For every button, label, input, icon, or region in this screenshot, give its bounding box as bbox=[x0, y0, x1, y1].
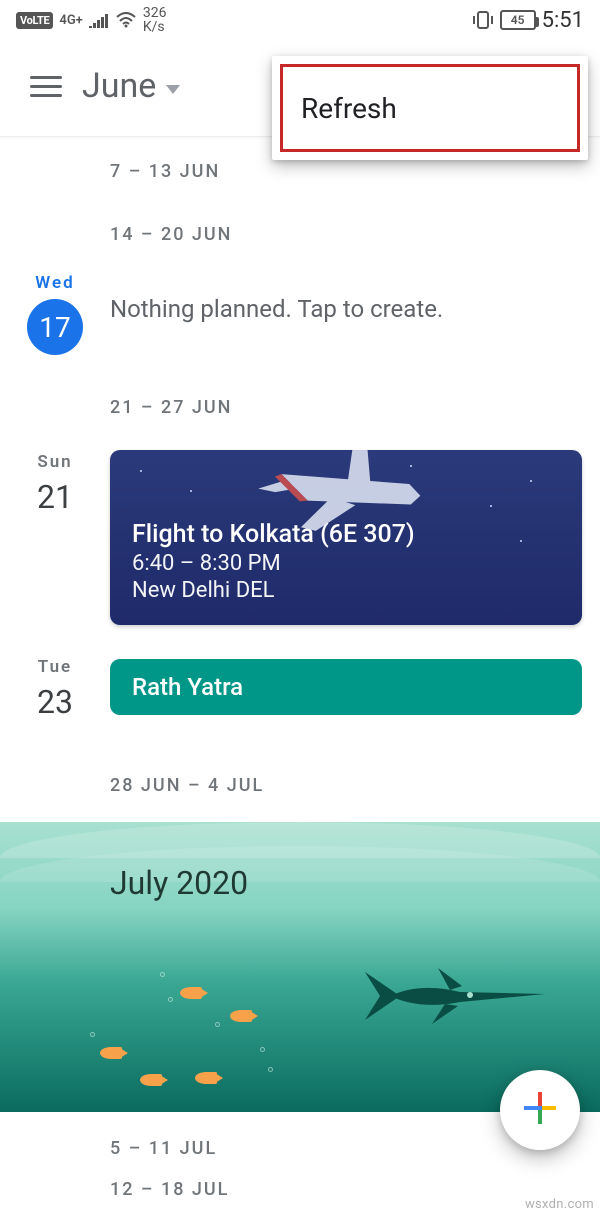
vibrate-icon bbox=[472, 10, 494, 30]
day-dow: Tue bbox=[0, 657, 110, 677]
week-header: 28 Jun – 4 Jul bbox=[0, 761, 600, 804]
status-bar: VoLTE 4G+ 326 K/s 45 5:51 bbox=[0, 0, 600, 40]
network-rate-unit: K/s bbox=[143, 20, 167, 34]
plus-icon bbox=[520, 1088, 560, 1132]
week-range: 12 – 18 Jul bbox=[110, 1171, 582, 1208]
battery-indicator: 45 bbox=[500, 10, 536, 30]
week-range: 14 – 20 Jun bbox=[110, 210, 582, 273]
month-banner-title: July 2020 bbox=[110, 864, 248, 902]
day-row: Sun 21 bbox=[0, 446, 600, 625]
week-range: 21 – 27 Jun bbox=[110, 383, 582, 446]
overflow-menu: Refresh bbox=[272, 56, 588, 160]
swordfish-icon bbox=[350, 962, 550, 1036]
week-range: 28 Jun – 4 Jul bbox=[110, 761, 582, 804]
today-row[interactable]: Wed 17 Nothing planned. Tap to create. bbox=[0, 273, 600, 355]
network-rate: 326 K/s bbox=[143, 6, 167, 34]
event-holiday[interactable]: Rath Yatra bbox=[110, 659, 582, 715]
holiday-label: Rath Yatra bbox=[132, 673, 243, 701]
event-flight-card[interactable]: Flight to Kolkata (6E 307) 6:40 – 8:30 P… bbox=[110, 450, 582, 625]
network-gen-label: 4G+ bbox=[59, 13, 82, 28]
month-label: June bbox=[82, 66, 156, 106]
day-dow: Sun bbox=[0, 452, 110, 472]
refresh-label: Refresh bbox=[301, 92, 397, 125]
volte-badge: VoLTE bbox=[16, 12, 53, 29]
month-dropdown[interactable]: June bbox=[82, 66, 180, 106]
battery-percent: 45 bbox=[511, 13, 525, 27]
create-event-fab[interactable] bbox=[500, 1070, 580, 1150]
refresh-menu-item[interactable]: Refresh bbox=[280, 64, 580, 152]
week-header: 21 – 27 Jun bbox=[0, 383, 600, 446]
menu-button[interactable] bbox=[30, 76, 62, 97]
clock: 5:51 bbox=[542, 8, 584, 33]
signal-icon bbox=[89, 12, 109, 28]
today-day-number: 17 bbox=[39, 311, 70, 344]
flight-origin: New Delhi DEL bbox=[132, 578, 560, 603]
day-row: Tue 23 Rath Yatra bbox=[0, 655, 600, 721]
watermark: wsxdn.com bbox=[525, 1197, 594, 1212]
today-dow: Wed bbox=[0, 273, 110, 293]
flight-time: 6:40 – 8:30 PM bbox=[132, 551, 560, 576]
day-number: 21 bbox=[0, 478, 110, 516]
week-header: 12 – 18 Jul bbox=[0, 1171, 600, 1208]
schedule-list[interactable]: 7 – 13 Jun 14 – 20 Jun Wed 17 Nothing pl… bbox=[0, 137, 600, 1208]
month-banner-july: July 2020 bbox=[0, 822, 600, 1112]
week-header: 14 – 20 Jun bbox=[0, 210, 600, 273]
today-date-circle[interactable]: 17 bbox=[27, 299, 83, 355]
chevron-down-icon bbox=[166, 85, 180, 94]
day-number: 23 bbox=[0, 683, 110, 721]
empty-day-prompt[interactable]: Nothing planned. Tap to create. bbox=[110, 273, 582, 323]
wifi-icon bbox=[115, 12, 137, 28]
network-rate-value: 326 bbox=[143, 6, 167, 20]
